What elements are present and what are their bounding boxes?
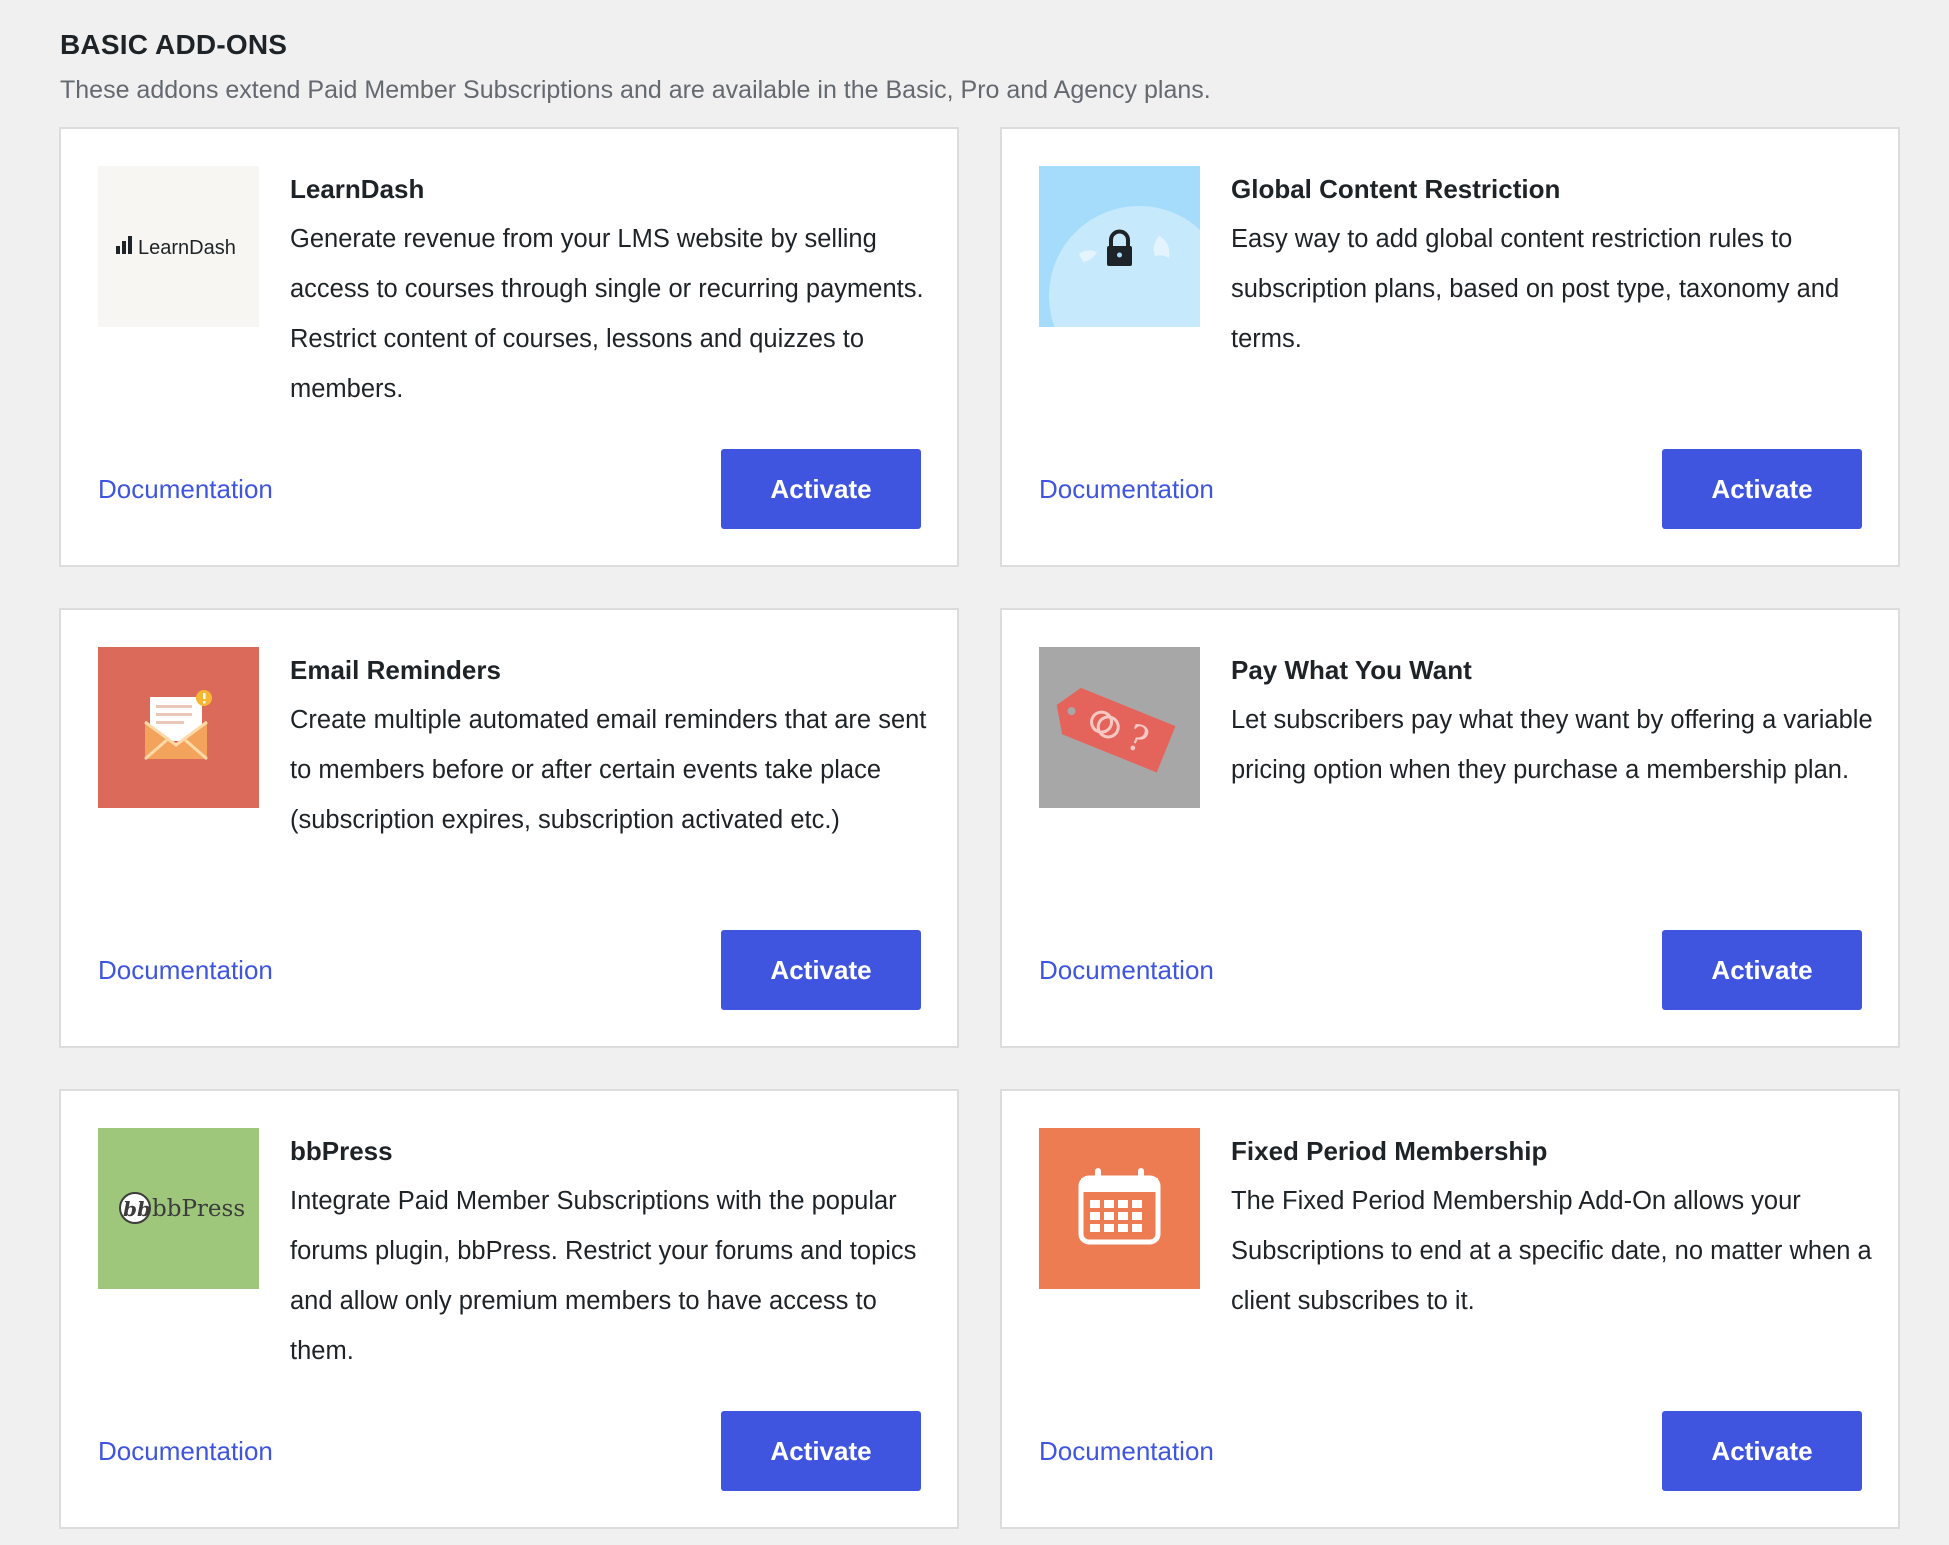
globe-lock-icon — [1039, 166, 1200, 327]
addon-card-fixed-period-membership: Fixed Period Membership The Fixed Period… — [1000, 1089, 1900, 1529]
activate-button[interactable]: Activate — [1662, 930, 1862, 1010]
addon-card-global-content-restriction: Global Content Restriction Easy way to a… — [1000, 127, 1900, 567]
addon-title: bbPress — [290, 1136, 393, 1166]
addon-title: Fixed Period Membership — [1231, 1136, 1548, 1166]
addon-card-email-reminders: Email Reminders Create multiple automate… — [59, 608, 959, 1048]
documentation-link[interactable]: Documentation — [1039, 1436, 1214, 1467]
addon-description: Create multiple automated email reminder… — [290, 706, 927, 834]
addon-title: Pay What You Want — [1231, 655, 1472, 685]
bbpress-logo-text: bbPress — [152, 1196, 245, 1222]
activate-button[interactable]: Activate — [721, 930, 921, 1010]
learndash-logo-icon: LearnDash — [98, 166, 259, 327]
activate-button[interactable]: Activate — [721, 449, 921, 529]
section-title: BASIC ADD-ONS — [60, 29, 288, 60]
addon-description: The Fixed Period Membership Add-On allow… — [1231, 1187, 1872, 1315]
addon-title: Global Content Restriction — [1231, 174, 1561, 204]
learndash-logo-text: LearnDash — [138, 237, 236, 259]
bbpress-logo-icon: bb bbPress — [98, 1128, 259, 1289]
addon-title: Email Reminders — [290, 655, 501, 685]
activate-button[interactable]: Activate — [1662, 1411, 1862, 1491]
addons-grid: LearnDash LearnDash Generate revenue fro… — [59, 127, 1900, 1529]
calendar-icon — [1039, 1128, 1200, 1289]
addon-description: Generate revenue from your LMS website b… — [290, 225, 924, 403]
activate-button[interactable]: Activate — [721, 1411, 921, 1491]
addon-title: LearnDash — [290, 174, 425, 204]
documentation-link[interactable]: Documentation — [98, 1436, 273, 1467]
price-tag-icon: ? — [1039, 647, 1200, 808]
addon-description: Easy way to add global content restricti… — [1231, 225, 1840, 353]
documentation-link[interactable]: Documentation — [1039, 955, 1214, 986]
section-description: These addons extend Paid Member Subscrip… — [60, 76, 1211, 104]
documentation-link[interactable]: Documentation — [1039, 474, 1214, 505]
addon-description: Integrate Paid Member Subscriptions with… — [290, 1187, 917, 1365]
addon-card-pay-what-you-want: ? Pay What You Want Let subscribers pay … — [1000, 608, 1900, 1048]
documentation-link[interactable]: Documentation — [98, 955, 273, 986]
documentation-link[interactable]: Documentation — [98, 474, 273, 505]
addon-card-bbpress: bb bbPress bbPress Integrate Paid Member… — [59, 1089, 959, 1529]
envelope-alert-icon — [98, 647, 259, 808]
activate-button[interactable]: Activate — [1662, 449, 1862, 529]
svg-text:bb: bb — [123, 1197, 151, 1221]
addon-card-learndash: LearnDash LearnDash Generate revenue fro… — [59, 127, 959, 567]
addon-description: Let subscribers pay what they want by of… — [1231, 706, 1873, 784]
addons-page: BASIC ADD-ONS These addons extend Paid M… — [0, 0, 1949, 1545]
